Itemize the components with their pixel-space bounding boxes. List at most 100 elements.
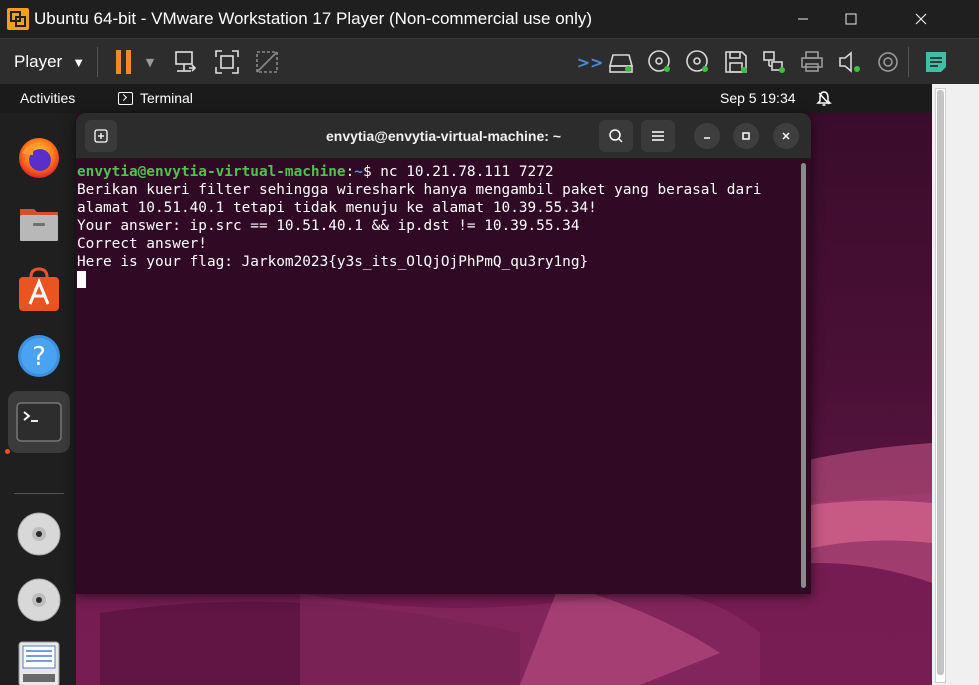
printer-button[interactable] [798,48,826,76]
search-button[interactable] [599,120,633,152]
app-menu-label: Terminal [140,90,193,106]
pause-button[interactable] [110,48,138,76]
more-arrows-icon: >> [576,52,604,72]
output-line: Here is your flag: Jarkom2023{y3s_its_Ol… [77,254,589,270]
hard-disk-icon [608,54,634,73]
vmware-toolbar: Player ▼ ▼ >> [0,38,979,84]
files-icon [20,209,58,241]
new-tab-button[interactable] [85,120,117,152]
message-log-icon [926,52,946,72]
vmware-title-bar: Ubuntu 64-bit - VMware Workstation 17 Pl… [0,0,979,38]
prompt-dollar: $ [362,164,381,180]
vmware-logo-icon [7,8,29,30]
chevron-down-icon: ▼ [72,54,86,70]
toolbar-divider [97,47,98,77]
clock-button[interactable]: Sep 5 19:34 [720,90,796,106]
terminal-window[interactable]: envytia@envytia-virtual-machine: ~ envyt… [76,113,811,594]
terminal-icon [16,402,62,442]
pause-dropdown-button[interactable]: ▼ [140,48,160,76]
scrollbar-thumb[interactable] [937,90,944,675]
app-menu-button[interactable]: Terminal [118,90,193,106]
dock-dvd-drive-2[interactable] [8,569,70,631]
notification-bell-icon[interactable] [816,90,832,107]
toolbar-divider [908,47,909,77]
maximize-icon [742,132,750,140]
hard-disk-button[interactable] [607,48,635,76]
floppy-button[interactable] [722,48,750,76]
send-ctrl-alt-del-icon [175,51,197,72]
guest-screen[interactable]: Activities Terminal Sep 5 19:34 ? envyti… [0,84,979,685]
usb-button[interactable] [874,48,902,76]
output-line: Your answer: ip.src == 10.51.40.1 && ip.… [77,218,580,234]
terminal-close-button[interactable] [773,123,799,149]
output-line: alamat 10.51.40.1 tetapi tidak menuju ke… [77,200,597,216]
network-icon [763,51,785,73]
text-cursor [77,271,86,288]
dock-app-center[interactable] [8,259,70,321]
new-tab-icon [94,129,108,143]
sound-button[interactable] [836,48,864,76]
usb-icon [878,52,898,72]
network-adapter-button[interactable] [760,48,788,76]
maximize-icon [845,13,857,25]
dock-firefox[interactable] [8,127,70,189]
sound-icon [839,51,860,73]
minimize-button[interactable] [780,0,826,38]
printer-icon [801,51,823,72]
svg-text:?: ? [32,342,46,372]
terminal-scrollbar[interactable] [801,163,806,588]
unity-button[interactable] [253,48,281,76]
output-line: Correct answer! [77,236,207,252]
fit-guest-button[interactable] [213,48,241,76]
terminal-header-bar[interactable]: envytia@envytia-virtual-machine: ~ [76,113,811,159]
send-ctrl-alt-del-button[interactable] [172,48,200,76]
chevron-down-icon: ▼ [145,55,155,69]
pause-icon [116,50,131,74]
command-line: envytia@envytia-virtual-machine:~$ nc 10… [77,163,811,181]
output-line: Berikan kueri filter sehingga wireshark … [77,182,762,198]
search-icon [609,129,623,143]
dock-separator [14,493,64,494]
floppy-icon [725,51,747,73]
maximize-button[interactable] [828,0,874,38]
terminal-app-icon [118,91,133,105]
more-devices-button[interactable]: >> [576,48,604,76]
dock-terminal[interactable] [8,391,70,453]
terminal-minimize-button[interactable] [694,123,720,149]
unity-icon [256,51,278,73]
dvd-drive-icon [17,512,61,556]
player-menu-button[interactable]: Player ▼ [6,47,93,77]
window-title: Ubuntu 64-bit - VMware Workstation 17 Pl… [34,9,593,28]
prompt-separator: : [345,164,355,180]
cd-icon [686,50,708,72]
dock-files[interactable] [8,193,70,255]
message-log-button[interactable] [922,48,950,76]
dock-dvd-drive-1[interactable] [8,503,70,565]
running-indicator [5,449,10,454]
terminal-output[interactable]: envytia@envytia-virtual-machine:~$ nc 10… [76,160,811,594]
close-button[interactable] [898,0,944,38]
app-center-icon [19,267,59,311]
dock-help[interactable]: ? [8,325,70,387]
cd-dvd-1-button[interactable] [646,48,674,76]
help-icon: ? [18,335,60,377]
dvd-drive-icon [17,578,61,622]
prompt-user: envytia@envytia-virtual-machine [77,164,346,180]
terminal-maximize-button[interactable] [733,123,759,149]
player-menu-label: Player [14,52,63,71]
minimize-icon [798,18,808,20]
fit-guest-icon [215,50,239,74]
cd-dvd-2-button[interactable] [684,48,712,76]
firefox-icon [19,138,59,178]
dock-text-editor[interactable] [8,633,70,685]
close-icon [915,13,927,25]
command-text: nc 10.21.78.111 7272 [380,164,554,180]
minimize-icon [704,137,710,139]
hamburger-menu-icon [652,131,664,141]
text-editor-icon [18,641,60,685]
cd-icon [648,50,670,72]
activities-button[interactable]: Activities [20,90,75,106]
gnome-top-bar: Activities Terminal Sep 5 19:34 [0,84,932,113]
cursor-line [77,271,811,289]
hamburger-menu-button[interactable] [641,120,675,152]
